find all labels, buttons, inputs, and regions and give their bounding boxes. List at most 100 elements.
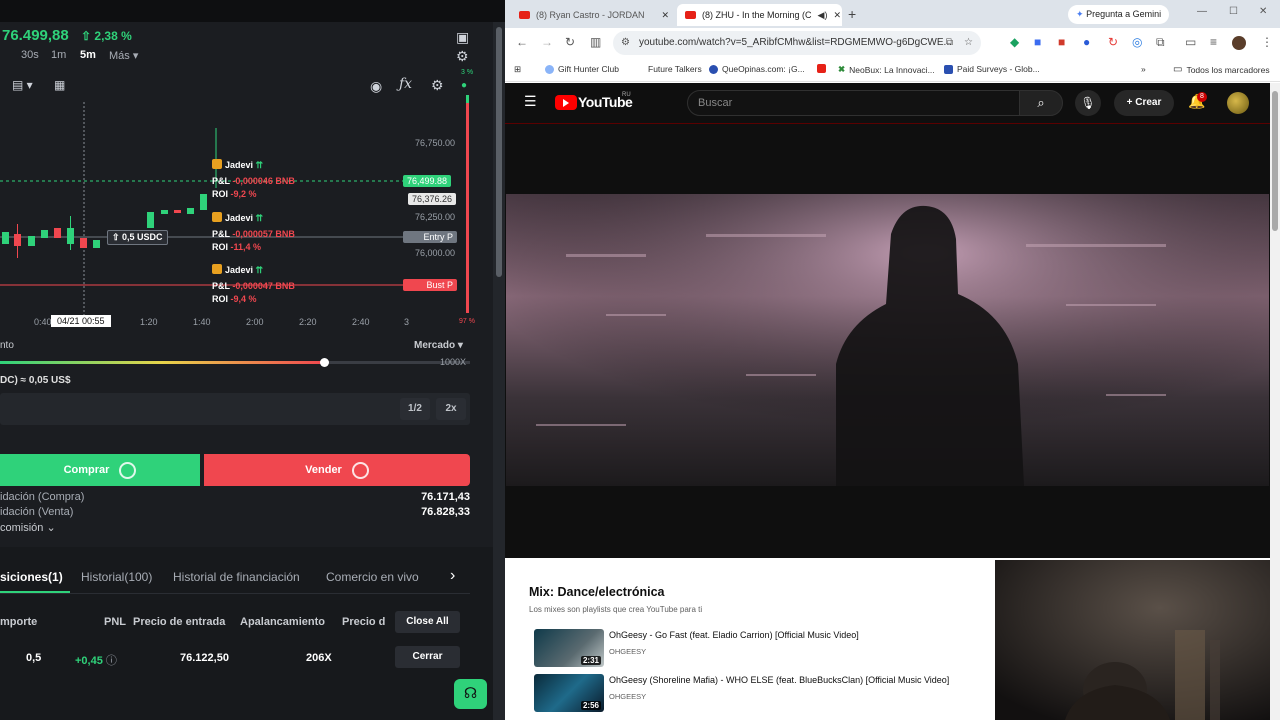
close-position-button[interactable]: Cerrar xyxy=(395,646,460,668)
extension-icon[interactable]: ◎ xyxy=(1132,36,1142,48)
scrollbar[interactable] xyxy=(493,22,505,720)
position-tag-value: 0,5 USDC xyxy=(122,232,163,242)
scrollbar-thumb[interactable] xyxy=(1272,91,1278,231)
sidebar-icon[interactable]: ▥ xyxy=(590,36,601,48)
channel-name[interactable]: OHGEESY xyxy=(609,692,646,701)
chart-settings-icon[interactable]: ⚙ xyxy=(431,78,444,92)
profile-avatar[interactable] xyxy=(1232,36,1246,50)
bookmark-neobux[interactable]: ✖ NeoBux: La Innovaci... xyxy=(838,64,935,75)
bookmark-favicon-icon xyxy=(709,64,718,74)
indicators-icon[interactable]: ▦ xyxy=(54,78,65,92)
bookmark-star-icon[interactable]: ☆ xyxy=(964,31,973,55)
install-icon[interactable]: ⧉ xyxy=(946,31,953,55)
maximize-icon[interactable]: ☐ xyxy=(1229,6,1238,17)
all-bookmarks[interactable]: ▭ Todos los marcadores xyxy=(1173,64,1270,75)
account-avatar[interactable] xyxy=(1227,92,1249,114)
speaker-icon[interactable]: ◀) xyxy=(818,10,828,21)
video-player[interactable] xyxy=(506,194,1269,486)
forward-icon[interactable]: → xyxy=(541,36,553,48)
leverage-slider-thumb[interactable] xyxy=(320,358,329,367)
half-amount-button[interactable]: 1/2 xyxy=(400,398,430,420)
timeframe-30s[interactable]: 30s xyxy=(21,49,39,61)
media-icon[interactable]: ≡ xyxy=(1210,36,1217,48)
extension-icon[interactable]: ■ xyxy=(1058,36,1065,48)
tab-funding-history[interactable]: Historial de financiación xyxy=(173,570,300,584)
shield-extension-icon[interactable]: ◆ xyxy=(1010,36,1019,48)
timeframe-5m[interactable]: 5m xyxy=(80,49,96,61)
row-pnl: +0,45 ⓘ xyxy=(75,652,117,668)
video-thumbnail[interactable]: 2:56 xyxy=(534,674,604,712)
hamburger-menu-icon[interactable]: ☰ xyxy=(524,94,537,108)
bookmarks-overflow-icon[interactable]: » xyxy=(1141,64,1146,74)
tab-live-trading[interactable]: Comercio en vivo xyxy=(326,570,419,584)
scrollbar-thumb[interactable] xyxy=(496,27,502,277)
menu-kebab-icon[interactable]: ⋮ xyxy=(1261,36,1273,48)
search-input[interactable]: Buscar xyxy=(687,90,1020,116)
video-thumbnail[interactable]: 2:31 xyxy=(534,629,604,667)
youtube-logo-icon[interactable] xyxy=(555,95,577,110)
close-window-icon[interactable]: ✕ xyxy=(1259,6,1267,17)
site-info-icon[interactable]: ⚙ xyxy=(621,31,630,55)
channel-name[interactable]: OHGEESY xyxy=(609,647,646,656)
support-headset-icon[interactable]: ☊ xyxy=(454,679,487,709)
reload-icon[interactable]: ↻ xyxy=(565,36,575,48)
browser-tab-active[interactable]: (8) ZHU - In the Morning (C ◀) ✕ xyxy=(677,4,842,26)
bookmark-paid-surveys[interactable]: Paid Surveys - Glob... xyxy=(944,64,1040,74)
bookmark-gift-hunter[interactable]: Gift Hunter Club xyxy=(545,64,619,74)
tab-history[interactable]: Historial(100) xyxy=(81,570,152,584)
settings-icon[interactable]: ⚙ xyxy=(456,49,469,63)
back-icon[interactable]: ← xyxy=(516,36,528,48)
tab-positions[interactable]: siciones(1) xyxy=(0,570,63,584)
formula-icon[interactable]: ƒx xyxy=(399,77,412,91)
gemini-button[interactable]: ✦ Pregunta a Gemini xyxy=(1068,5,1170,24)
apps-grid-icon[interactable]: ⊞ xyxy=(514,64,521,75)
commission-toggle[interactable]: comisión ⌄ xyxy=(0,521,56,534)
annotation-roi-value: -11,4 % xyxy=(230,242,262,252)
close-icon[interactable]: ✕ xyxy=(661,10,669,21)
playlist-item[interactable]: 2:31 OhGeesy - Go Fast (feat. Eladio Car… xyxy=(534,629,989,669)
chevron-right-icon[interactable]: › xyxy=(450,567,455,585)
annotation-pnl-label: P&L xyxy=(212,229,230,239)
page-scrollbar[interactable] xyxy=(1270,83,1280,720)
extension-icon[interactable]: ■ xyxy=(1034,36,1041,48)
new-tab-icon[interactable]: + xyxy=(848,6,856,22)
minimize-icon[interactable]: — xyxy=(1197,6,1207,17)
browser-tab[interactable]: (8) Ryan Castro - JORDAN ✕ xyxy=(511,4,677,26)
col-entry-price: Precio de entrada xyxy=(133,616,226,628)
video-title[interactable]: OhGeesy (Shoreline Mafia) - WHO ELSE (fe… xyxy=(609,675,949,685)
microphone-icon[interactable]: 🎙 xyxy=(1075,90,1101,116)
bookmark-future-talkers[interactable]: Future Talkers xyxy=(635,64,702,74)
candle xyxy=(28,236,35,246)
x-axis-label: 0:40 xyxy=(34,317,52,327)
crosshair-time-label: 04/21 00:55 xyxy=(51,315,111,327)
close-all-button[interactable]: Close All xyxy=(395,611,460,633)
eye-icon[interactable]: ◉ xyxy=(370,79,382,93)
up-chevron-icon: ⇈ xyxy=(255,160,264,170)
close-icon[interactable]: ✕ xyxy=(833,10,841,21)
video-duration: 2:56 xyxy=(580,701,601,710)
sell-button[interactable]: Vender xyxy=(204,454,470,486)
extension-icon[interactable]: ● xyxy=(1083,36,1090,48)
browser-tab-title: (8) Ryan Castro - JORDAN xyxy=(536,10,645,20)
info-icon[interactable]: ⓘ xyxy=(106,655,117,667)
position-tag[interactable]: ⇧ 0,5 USDC xyxy=(107,230,168,245)
address-bar[interactable]: ⚙ youtube.com/watch?v=5_ARibfCMhw&list=R… xyxy=(613,31,981,55)
leverage-track-filled xyxy=(0,361,324,364)
youtube-bookmark-icon[interactable] xyxy=(817,64,826,73)
timeframe-more[interactable]: Más ▾ xyxy=(109,49,138,62)
video-title[interactable]: OhGeesy - Go Fast (feat. Eladio Carrion)… xyxy=(609,630,859,640)
annotation-roi-value: -9,2 % xyxy=(230,189,257,199)
timeframe-1m[interactable]: 1m xyxy=(51,49,66,61)
extension-icon[interactable]: ↻ xyxy=(1108,36,1118,48)
bookmark-queopinas[interactable]: QueOpinas.com: ¡G... xyxy=(709,64,805,74)
layout-icon[interactable]: ▣ xyxy=(456,30,469,44)
playlist-item[interactable]: 2:56 OhGeesy (Shoreline Mafia) - WHO ELS… xyxy=(534,674,989,714)
search-icon[interactable]: ⌕ xyxy=(1019,90,1063,116)
order-type-select[interactable]: Mercado ▾ xyxy=(414,340,463,351)
extensions-puzzle-icon[interactable]: ⧉ xyxy=(1156,36,1165,48)
double-amount-button[interactable]: 2x xyxy=(436,398,466,420)
create-button[interactable]: + Crear xyxy=(1114,90,1174,116)
tab-search-icon[interactable]: ▭ xyxy=(1185,36,1196,48)
chart-type-icon[interactable]: ▤ ▾ xyxy=(12,78,33,92)
buy-button[interactable]: Comprar xyxy=(0,454,200,486)
